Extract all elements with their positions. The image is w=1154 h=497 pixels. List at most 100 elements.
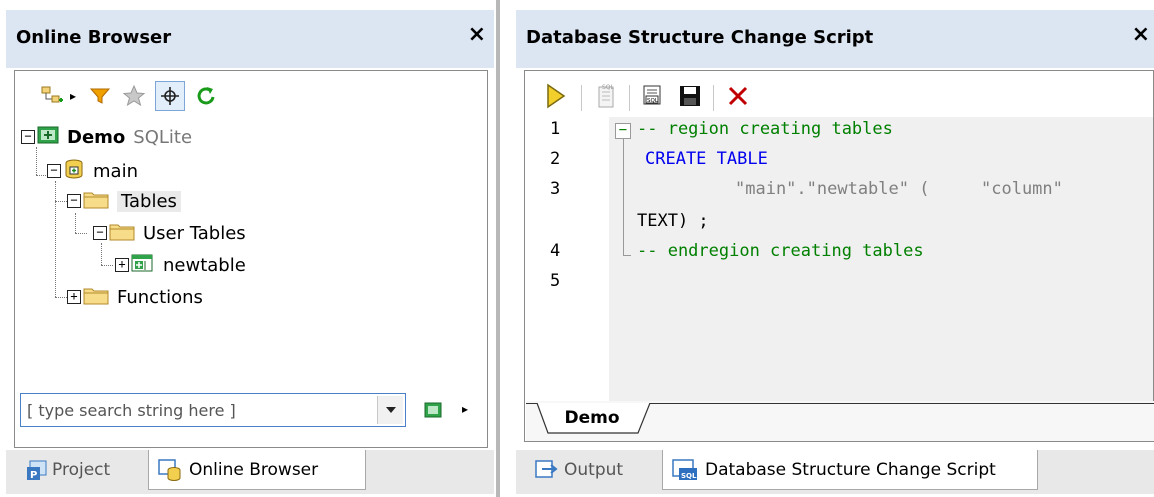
favorites-button[interactable] (119, 81, 149, 111)
folder-icon (83, 189, 109, 214)
tree-item-demo[interactable]: − Demo SQLite (21, 123, 192, 151)
line-number: 2 (550, 149, 561, 169)
code-editor[interactable]: − -- region creating tables CREATE TABLE… (609, 117, 1153, 401)
search-dropdown-button[interactable] (377, 396, 403, 424)
online-browser-toolbar: ▸ (23, 77, 463, 117)
collapse-toggle[interactable]: − (21, 130, 35, 144)
script-close-button[interactable]: × (1132, 22, 1150, 47)
script-header: Database Structure Change Script × (516, 10, 1154, 68)
line-number: 1 (550, 119, 561, 139)
database-connection-icon (37, 125, 59, 150)
code-line-3-column: "column" (981, 179, 1063, 199)
refresh-icon (197, 87, 215, 105)
svg-text:SQL: SQL (681, 472, 697, 480)
search-input[interactable] (27, 399, 357, 421)
svg-text:P: P (30, 470, 37, 481)
online-browser-panel: Online Browser × ▸ − Demo SQLite − main … (0, 0, 496, 497)
code-line-3-table: "main"."newtable" ( (735, 179, 930, 199)
folder-icon (109, 221, 135, 246)
tab-online-browser-label: Online Browser (189, 459, 319, 480)
script-panel: Database Structure Change Script × SQL S… (516, 0, 1154, 497)
search-options-arrow[interactable]: ▸ (462, 402, 468, 416)
chevron-down-icon (385, 407, 396, 413)
online-browser-close-button[interactable]: × (468, 22, 486, 47)
tree-label-user-tables: User Tables (143, 222, 246, 244)
schema-icon (63, 158, 85, 185)
expand-toggle[interactable]: + (115, 258, 129, 272)
code-line-4: -- endregion creating tables (637, 241, 924, 261)
script-toolbar: SQL SQL (541, 77, 841, 117)
script-content: SQL SQL 1 2 3 4 5 − -- region creating t… (524, 70, 1154, 442)
copy-script-button[interactable]: SQL (639, 81, 669, 111)
tree-item-functions[interactable]: + Functions (67, 283, 203, 311)
add-object-button[interactable] (37, 81, 67, 111)
tree-item-user-tables[interactable]: − User Tables (93, 219, 246, 247)
online-browser-icon (158, 458, 181, 481)
code-line-2: CREATE TABLE (645, 149, 768, 169)
tree-label-newtable: newtable (163, 254, 246, 276)
panel-splitter[interactable] (496, 0, 500, 497)
code-line-1: -- region creating tables (637, 119, 893, 139)
tab-demo[interactable]: Demo (538, 403, 646, 433)
filter-button[interactable] (85, 81, 115, 111)
line-number: 4 (550, 241, 561, 261)
add-object-icon (41, 86, 63, 103)
refresh-button[interactable] (191, 81, 221, 111)
star-icon (122, 84, 146, 107)
tab-output[interactable]: Output (534, 450, 652, 490)
tab-project-label: Project (52, 460, 111, 480)
table-icon (424, 402, 442, 418)
tab-output-label: Output (564, 460, 624, 480)
expand-toggle[interactable]: + (67, 290, 81, 304)
execute-script-button[interactable] (541, 81, 571, 111)
left-bottom-tabs: P Project Online Browser (6, 450, 494, 494)
svg-text:SQL: SQL (647, 98, 659, 104)
sql-editor-icon: SQL (598, 84, 615, 108)
tab-demo-label: Demo (564, 408, 620, 428)
save-icon (680, 86, 700, 106)
tree-label-demo: Demo (67, 126, 126, 148)
crosshair-icon (161, 87, 179, 105)
online-browser-header: Online Browser × (6, 10, 494, 68)
tab-online-browser[interactable]: Online Browser (148, 450, 366, 490)
tab-script-label: Database Structure Change Script (705, 459, 996, 480)
close-icon (728, 86, 748, 106)
table-icon (131, 253, 155, 278)
tree-label-tables: Tables (117, 190, 181, 212)
tree-label-db-type: SQLite (133, 126, 193, 148)
online-browser-title: Online Browser (16, 27, 172, 48)
collapse-toggle[interactable]: − (47, 164, 61, 178)
sql-script-icon: SQL (643, 85, 661, 105)
line-number-gutter: 1 2 3 4 5 (526, 117, 608, 401)
fold-toggle[interactable]: − (615, 123, 631, 139)
script-title: Database Structure Change Script (526, 27, 874, 48)
collapse-toggle[interactable]: − (93, 226, 107, 240)
line-number: 5 (550, 271, 561, 291)
document-tabs: Demo (526, 401, 1154, 441)
folder-icon (83, 285, 109, 310)
add-object-menu-arrow[interactable]: ▸ (65, 81, 81, 111)
line-number: 3 (550, 179, 561, 199)
tree-item-newtable[interactable]: + newtable (115, 251, 246, 279)
fold-guide-end (623, 255, 631, 256)
fold-guide (623, 139, 624, 255)
locate-button[interactable] (155, 81, 185, 111)
svg-text:SQL: SQL (602, 84, 615, 91)
tab-project[interactable]: P Project (26, 450, 142, 490)
search-options-button[interactable] (424, 402, 442, 418)
tree-item-tables[interactable]: − Tables (67, 187, 181, 215)
tab-database-structure-change-script[interactable]: SQL Database Structure Change Script (662, 450, 1038, 490)
discard-script-button[interactable] (723, 81, 753, 111)
search-box (20, 393, 406, 427)
online-browser-content: ▸ − Demo SQLite − main − Tables − User T… (14, 70, 488, 448)
collapse-toggle[interactable]: − (67, 194, 81, 208)
sql-script-icon: SQL (672, 458, 697, 480)
output-icon (535, 460, 558, 478)
code-line-3-type: TEXT) ; (637, 211, 709, 231)
tree-item-main[interactable]: − main (47, 157, 138, 185)
open-sql-editor-button[interactable]: SQL (591, 81, 621, 111)
tree-label-functions: Functions (117, 286, 203, 308)
save-script-button[interactable] (675, 81, 705, 111)
filter-icon (89, 88, 111, 104)
right-bottom-tabs: Output SQL Database Structure Change Scr… (516, 450, 1154, 494)
